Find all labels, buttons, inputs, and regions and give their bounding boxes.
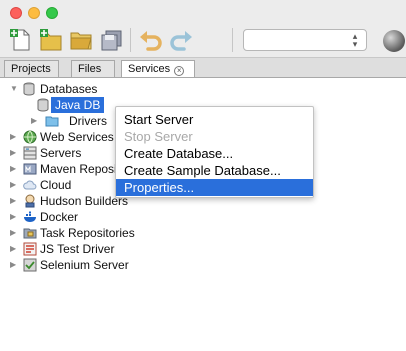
collapsed-triangle-icon[interactable]: ▶	[10, 245, 18, 253]
close-window-button[interactable]	[10, 7, 22, 19]
tree-node-databases[interactable]: ▼ Databases	[0, 81, 160, 97]
tree-node-label: Cloud	[40, 178, 72, 192]
context-menu: Start Server Stop Server Create Database…	[115, 106, 314, 198]
menu-item-properties[interactable]: Properties...	[116, 179, 313, 196]
new-project-icon[interactable]	[38, 27, 64, 53]
menu-item-stop-server[interactable]: Stop Server	[116, 128, 313, 145]
tree-node-task-repositories[interactable]: ▶ Task Repositories	[0, 225, 160, 241]
globe-icon[interactable]	[383, 30, 405, 52]
minimize-window-button[interactable]	[28, 7, 40, 19]
new-file-icon[interactable]	[8, 27, 34, 53]
toolbar-separator	[232, 28, 233, 52]
js-test-driver-icon	[23, 242, 37, 256]
tab-label: Projects	[11, 63, 51, 75]
save-all-icon[interactable]	[98, 27, 124, 53]
main-toolbar: ▴ ▾	[0, 22, 406, 58]
servers-icon	[23, 146, 37, 160]
tree-node-label: Java DB	[51, 97, 105, 113]
tree-node-label: Docker	[40, 210, 79, 224]
cloud-icon	[23, 178, 37, 192]
tree-node-selenium-server[interactable]: ▶ Selenium Server	[0, 257, 160, 273]
docker-icon	[23, 210, 37, 224]
tree-node-docker[interactable]: ▶ Docker	[0, 209, 160, 225]
tree-node-label: Servers	[40, 146, 82, 160]
collapsed-triangle-icon[interactable]: ▶	[10, 149, 18, 157]
zoom-window-button[interactable]	[46, 7, 58, 19]
tree-node-label: Drivers	[69, 114, 107, 128]
window-titlebar	[0, 0, 406, 22]
redo-icon[interactable]	[168, 27, 194, 53]
menu-item-create-sample-database[interactable]: Create Sample Database...	[116, 162, 313, 179]
database-icon	[36, 98, 50, 112]
selenium-icon	[23, 258, 37, 272]
tab-projects[interactable]: Projects	[4, 60, 59, 78]
tree-node-label: Selenium Server	[40, 258, 129, 272]
collapsed-triangle-icon[interactable]: ▶	[10, 229, 18, 237]
collapsed-triangle-icon[interactable]: ▶	[10, 261, 18, 269]
tree-node-label: Web Services	[40, 130, 114, 144]
configuration-select[interactable]: ▴ ▾	[243, 29, 367, 51]
tab-bar: Projects Files Services ×	[0, 58, 406, 79]
tree-node-label: Task Repositories	[40, 226, 135, 240]
tab-files[interactable]: Files	[71, 60, 115, 78]
undo-icon[interactable]	[138, 27, 164, 53]
tab-label: Services	[128, 63, 171, 75]
maven-icon	[23, 162, 37, 176]
tree-node-label: JS Test Driver	[40, 242, 115, 256]
collapsed-triangle-icon[interactable]: ▶	[10, 213, 18, 221]
open-project-icon[interactable]	[68, 27, 94, 53]
collapsed-triangle-icon[interactable]: ▶	[31, 117, 39, 125]
toolbar-separator	[130, 28, 131, 52]
close-tab-icon[interactable]: ×	[174, 66, 185, 76]
collapsed-triangle-icon[interactable]: ▶	[10, 181, 18, 189]
menu-item-create-database[interactable]: Create Database...	[116, 145, 313, 162]
expanded-triangle-icon[interactable]: ▼	[10, 85, 18, 93]
combo-arrows-icon: ▴ ▾	[352, 31, 358, 49]
collapsed-triangle-icon[interactable]: ▶	[10, 165, 18, 173]
folder-icon	[45, 114, 59, 128]
collapsed-triangle-icon[interactable]: ▶	[10, 197, 18, 205]
task-repository-icon	[23, 226, 37, 240]
menu-item-start-server[interactable]: Start Server	[116, 111, 313, 128]
hudson-icon	[23, 194, 37, 208]
database-icon	[22, 82, 36, 96]
web-services-icon	[23, 130, 37, 144]
collapsed-triangle-icon[interactable]: ▶	[10, 133, 18, 141]
tree-node-js-test-driver[interactable]: ▶ JS Test Driver	[0, 241, 160, 257]
tree-node-label: Databases	[40, 82, 98, 96]
tab-label: Files	[78, 63, 102, 75]
